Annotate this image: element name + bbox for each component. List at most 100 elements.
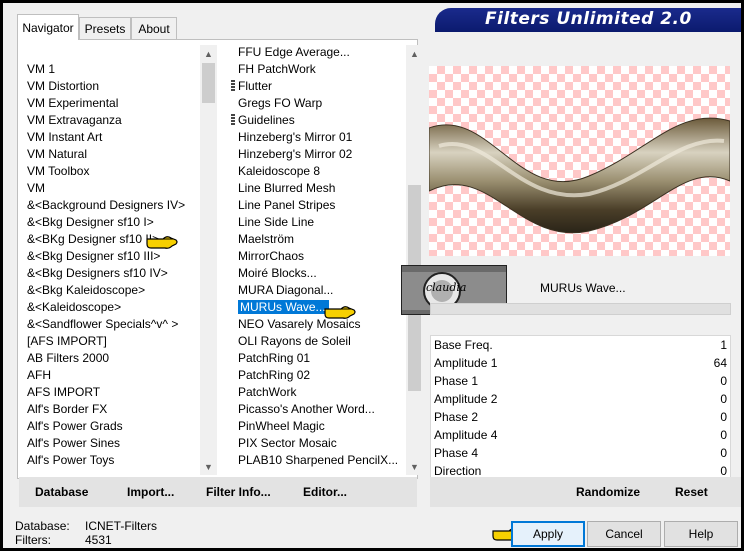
parameter-value[interactable]: 1 — [720, 336, 727, 354]
category-list[interactable]: VM 1 VM Distortion VM Experimental VM Extra… — [25, 61, 200, 469]
parameter-row[interactable]: Amplitude 1 64 — [431, 354, 730, 372]
filter-item[interactable]: PIX Sector Mosaic — [231, 435, 406, 452]
category-item[interactable]: VM 1 — [25, 61, 200, 78]
category-item[interactable]: Alf's Power Grads — [25, 418, 200, 435]
filter-list[interactable]: FFU Edge Average... FH PatchWork Flutter Gr… — [231, 44, 406, 469]
filter-item[interactable]: FH PatchWork — [231, 61, 406, 78]
filter-item[interactable]: FFU Edge Average... — [231, 44, 406, 61]
filter-item[interactable]: Moiré Blocks... — [231, 265, 406, 282]
import-button[interactable]: Import... — [127, 483, 174, 501]
parameter-name: Phase 4 — [434, 446, 479, 460]
category-item-label: VM Instant Art — [27, 130, 103, 144]
tab-presets[interactable]: Presets — [79, 17, 131, 39]
category-item[interactable]: VM Natural — [25, 146, 200, 163]
category-item[interactable]: &<Bkg Designers sf10 IV> — [25, 265, 200, 282]
category-item[interactable]: AFS IMPORT — [25, 384, 200, 401]
category-item[interactable]: VM Instant Art — [25, 129, 200, 146]
category-item-label: &<BKg Designer sf10 II> — [27, 232, 160, 246]
progress-bar — [430, 303, 731, 315]
filter-item[interactable]: MirrorChaos — [231, 248, 406, 265]
filter-item[interactable]: MURUs Wave... — [231, 299, 406, 316]
filter-item[interactable]: Guidelines — [231, 112, 406, 129]
filter-item-label: FH PatchWork — [238, 62, 316, 76]
scroll-thumb[interactable] — [202, 63, 215, 103]
database-button[interactable]: Database — [35, 483, 88, 501]
category-scrollbar[interactable]: ▲ ▼ — [200, 45, 217, 475]
filter-item[interactable]: Kaleidoscope 8 — [231, 163, 406, 180]
filter-item[interactable]: OLI Rayons de Soleil — [231, 333, 406, 350]
category-item[interactable]: VM Experimental — [25, 95, 200, 112]
category-item[interactable]: Alf's Power Toys — [25, 452, 200, 469]
filter-item[interactable]: Line Side Line — [231, 214, 406, 231]
category-item-label: &<Bkg Designers sf10 IV> — [27, 266, 168, 280]
category-item[interactable]: &<Bkg Designer sf10 I> — [25, 214, 200, 231]
category-item[interactable]: VM Extravaganza — [25, 112, 200, 129]
parameter-row[interactable]: Phase 1 0 — [431, 372, 730, 390]
scroll-down-icon[interactable]: ▼ — [406, 458, 423, 475]
category-item-label: VM Experimental — [27, 96, 119, 110]
parameter-row[interactable]: Amplitude 4 0 — [431, 426, 730, 444]
category-item[interactable]: &<Bkg Kaleidoscope> — [25, 282, 200, 299]
filter-item[interactable]: Line Blurred Mesh — [231, 180, 406, 197]
parameter-value[interactable]: 0 — [720, 426, 727, 444]
parameter-row[interactable]: Amplitude 2 0 — [431, 390, 730, 408]
filter-item[interactable]: Gregs FO Warp — [231, 95, 406, 112]
parameter-value[interactable]: 64 — [714, 354, 727, 372]
category-item-label: VM — [27, 181, 45, 195]
category-item[interactable]: VM Distortion — [25, 78, 200, 95]
category-item[interactable]: AFH — [25, 367, 200, 384]
parameter-row[interactable]: Phase 2 0 — [431, 408, 730, 426]
category-item[interactable]: Alf's Border FX — [25, 401, 200, 418]
parameter-value[interactable]: 0 — [720, 408, 727, 426]
scroll-up-icon[interactable]: ▲ — [200, 45, 217, 62]
category-item[interactable]: VM Toolbox — [25, 163, 200, 180]
filter-item-label: MirrorChaos — [238, 249, 305, 263]
scroll-down-icon[interactable]: ▼ — [200, 458, 217, 475]
filter-item-label: Gregs FO Warp — [238, 96, 323, 110]
filters-status: Filters: 4531 — [15, 533, 112, 547]
cancel-button[interactable]: Cancel — [587, 521, 661, 547]
randomize-button[interactable]: Randomize — [576, 483, 640, 501]
filter-scrollbar[interactable]: ▲ ▼ — [406, 45, 423, 475]
parameter-row[interactable]: Base Freq. 1 — [431, 336, 730, 354]
editor-button[interactable]: Editor... — [303, 483, 347, 501]
apply-button[interactable]: Apply — [511, 521, 585, 547]
category-item[interactable]: [AFS IMPORT] — [25, 333, 200, 350]
filter-item-label: Kaleidoscope 8 — [238, 164, 321, 178]
filter-item[interactable]: MURA Diagonal... — [231, 282, 406, 299]
parameter-name: Base Freq. — [434, 338, 493, 352]
filter-item-label: Line Blurred Mesh — [238, 181, 336, 195]
scroll-up-icon[interactable]: ▲ — [406, 45, 423, 62]
filter-item[interactable]: Hinzeberg's Mirror 02 — [231, 146, 406, 163]
filter-item[interactable]: PinWheel Magic — [231, 418, 406, 435]
filter-item[interactable]: PatchRing 02 — [231, 367, 406, 384]
filter-info-button[interactable]: Filter Info... — [206, 483, 271, 501]
category-item[interactable]: &<Sandflower Specials^v^ > — [25, 316, 200, 333]
filter-item[interactable]: Line Panel Stripes — [231, 197, 406, 214]
pointing-hand-icon — [146, 236, 178, 249]
parameter-value[interactable]: 0 — [720, 390, 727, 408]
reset-button[interactable]: Reset — [675, 483, 708, 501]
database-status-label: Database: — [15, 519, 70, 533]
category-item[interactable]: AB Filters 2000 — [25, 350, 200, 367]
filter-item[interactable]: PLAB10 Sharpened PencilX... — [231, 452, 406, 469]
filter-item[interactable]: Maelström — [231, 231, 406, 248]
category-item[interactable]: &<Kaleidoscope> — [25, 299, 200, 316]
tab-navigator[interactable]: Navigator — [17, 14, 79, 40]
category-item[interactable]: &<Background Designers IV> — [25, 197, 200, 214]
filter-item[interactable]: Flutter — [231, 78, 406, 95]
parameter-value[interactable]: 0 — [720, 372, 727, 390]
parameter-list[interactable]: Base Freq. 1 Amplitude 1 64 Phase 1 0 Amplitud… — [430, 335, 731, 479]
help-button[interactable]: Help — [664, 521, 738, 547]
filter-item[interactable]: PatchWork — [231, 384, 406, 401]
filter-item[interactable]: Picasso's Another Word... — [231, 401, 406, 418]
parameter-row[interactable]: Phase 4 0 — [431, 444, 730, 462]
filter-item[interactable]: Hinzeberg's Mirror 01 — [231, 129, 406, 146]
filter-item[interactable]: NEO Vasarely Mosaics — [231, 316, 406, 333]
category-item[interactable]: Alf's Power Sines — [25, 435, 200, 452]
tab-about[interactable]: About — [131, 17, 177, 39]
filter-item[interactable]: PatchRing 01 — [231, 350, 406, 367]
category-item[interactable]: VM — [25, 180, 200, 197]
filter-item-label: MURA Diagonal... — [238, 283, 334, 297]
parameter-value[interactable]: 0 — [720, 444, 727, 462]
